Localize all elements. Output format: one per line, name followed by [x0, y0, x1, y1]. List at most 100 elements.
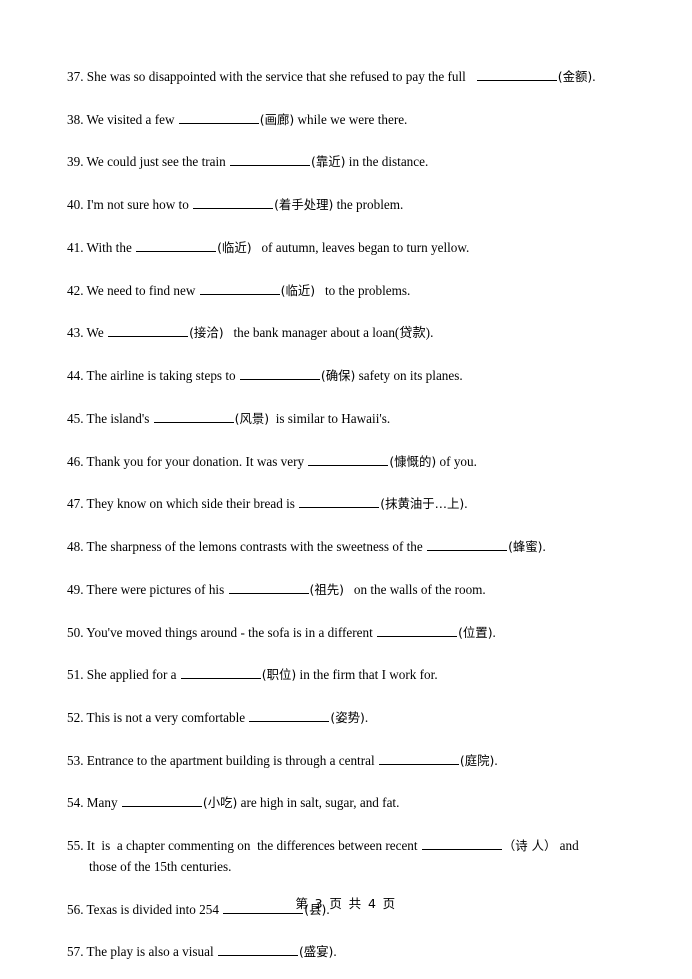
answer-blank[interactable] [377, 624, 458, 637]
chinese-hint: (临近) [217, 239, 252, 255]
question-item: 40. I'm not sure how to (着手处理) the probl… [67, 196, 640, 214]
question-number: 46. [67, 453, 84, 469]
question-text-after-blank: safety on its planes. [355, 368, 463, 384]
answer-blank[interactable] [378, 753, 459, 765]
question-number: 54. [67, 795, 84, 811]
chinese-hint: (风景) [234, 410, 270, 426]
question-number: 50. [67, 624, 84, 640]
chinese-hint: (小吃) [202, 795, 238, 811]
answer-blank[interactable] [193, 197, 274, 210]
question-number: 42. [67, 282, 84, 298]
question-text-after-blank: in the distance. [345, 154, 429, 170]
question-text-after-blank: on the walls of the room. [343, 581, 486, 597]
question-text-before-blank: You've moved things around - the sofa is… [86, 624, 377, 640]
question-number: 48. [67, 539, 84, 555]
question-text-after-blank: is similar to Hawaii's. [269, 410, 391, 426]
question-text-before-blank: I'm not sure how to [86, 197, 193, 213]
question-line: 53. Entrance to the apartment building i… [67, 753, 498, 768]
question-item: 42. We need to find new (临近) to the prob… [67, 282, 640, 300]
answer-blank[interactable] [308, 453, 389, 466]
question-line: 46. Thank you for your donation. It was … [67, 454, 477, 469]
answer-blank[interactable] [421, 838, 502, 851]
question-item: 38. We visited a few (画廊) while we were … [67, 111, 640, 129]
answer-blank[interactable] [249, 710, 330, 723]
answer-blank[interactable] [108, 325, 189, 338]
question-number: 57. [67, 944, 84, 960]
question-line: 43. We (接洽) the bank manager about a loa… [67, 325, 433, 340]
question-text-after-blank: . [364, 710, 369, 726]
question-text-after-blank: to the problems. [315, 282, 411, 298]
answer-blank[interactable] [427, 539, 508, 552]
answer-blank[interactable] [299, 496, 380, 509]
question-item: 41. With the (临近) of autumn, leaves bega… [67, 239, 640, 257]
question-text-before-blank: Many [86, 795, 121, 811]
question-text-after-blank: are high in salt, sugar, and fat. [237, 795, 400, 811]
chinese-hint: （诗 人） [502, 838, 557, 854]
chinese-hint: (职位) [261, 667, 297, 683]
question-number: 49. [67, 581, 84, 597]
question-item: 39. We could just see the train (靠近) in … [67, 153, 640, 171]
question-line: 41. With the (临近) of autumn, leaves bega… [67, 240, 469, 255]
question-number: 47. [67, 496, 84, 512]
question-text-before-blank: We visited a few [86, 111, 178, 127]
question-text-after-blank: while we were there. [294, 111, 408, 127]
question-text-before-blank: Entrance to the apartment building is th… [86, 752, 378, 768]
question-number: 55. [67, 838, 84, 854]
answer-blank[interactable] [199, 282, 280, 295]
answer-blank[interactable] [476, 69, 557, 81]
answer-blank[interactable] [228, 582, 309, 594]
question-text-before-blank: Thank you for your donation. It was very [86, 453, 308, 469]
question-item: 46. Thank you for your donation. It was … [67, 453, 640, 471]
question-text-before-blank: There were pictures of his [86, 581, 228, 597]
question-number: 45. [67, 410, 84, 426]
question-text-before-blank: They know on which side their bread is [86, 496, 299, 512]
question-item: 47. They know on which side their bread … [67, 495, 640, 513]
answer-blank[interactable] [153, 411, 234, 423]
question-line: 49. There were pictures of his (祖先) on t… [67, 582, 486, 597]
question-item: 55. It is a chapter commenting on the di… [67, 837, 640, 875]
question-item: 45. The island's (风景) is similar to Hawa… [67, 410, 640, 428]
question-text-before-blank: The play is also a visual [86, 944, 217, 960]
answer-blank[interactable] [230, 154, 311, 167]
question-item: 43. We (接洽) the bank manager about a loa… [67, 324, 640, 342]
question-text-after-blank: . [333, 944, 337, 960]
question-line: 37. She was so disappointed with the ser… [67, 69, 595, 84]
question-item: 52. This is not a very comfortable (姿势). [67, 709, 640, 727]
question-text-before-blank: With the [86, 239, 136, 255]
question-text-before-blank: The island's [86, 410, 153, 426]
answer-blank[interactable] [136, 240, 217, 252]
question-line: 57. The play is also a visual (盛宴). [67, 944, 337, 959]
chinese-hint: (慷慨的) [389, 453, 437, 469]
question-number: 44. [67, 368, 84, 384]
question-text-after-blank: of autumn, leaves began to turn yellow. [251, 239, 470, 255]
chinese-hint: (盛宴) [298, 944, 334, 960]
chinese-hint: (着手处理) [274, 197, 334, 213]
answer-blank[interactable] [180, 667, 261, 680]
question-text-after-blank: . [492, 624, 496, 640]
question-text-after-blank: the bank manager about a loan(贷款). [223, 325, 434, 341]
chinese-hint: (庭院) [459, 752, 495, 768]
question-number: 43. [67, 325, 84, 341]
chinese-hint: (位置) [458, 624, 493, 640]
question-text-after-blank: . [592, 69, 596, 84]
question-item: 44. The airline is taking steps to (确保) … [67, 367, 640, 385]
question-text-before-blank: The airline is taking steps to [86, 368, 239, 384]
question-number: 41. [67, 239, 84, 255]
question-text-before-blank: She applied for a [86, 667, 180, 683]
chinese-hint: (靠近) [311, 154, 346, 170]
question-text-before-blank: She was so disappointed with the service… [86, 69, 476, 84]
question-item: 54. Many (小吃) are high in salt, sugar, a… [67, 794, 640, 812]
question-text-before-blank: We could just see the train [86, 154, 230, 170]
answer-blank[interactable] [178, 112, 259, 124]
question-line: 40. I'm not sure how to (着手处理) the probl… [67, 197, 403, 212]
page-footer: 第 3 页 共 4 页 [295, 896, 397, 911]
question-text-before-blank: This is not a very comfortable [86, 710, 249, 726]
question-line: 51. She applied for a (职位) in the firm t… [67, 667, 438, 682]
question-item: 49. There were pictures of his (祖先) on t… [67, 581, 640, 599]
question-line: 45. The island's (风景) is similar to Hawa… [67, 411, 390, 426]
question-text-after-blank: . [542, 539, 546, 555]
answer-blank[interactable] [217, 944, 298, 957]
answer-blank[interactable] [239, 368, 320, 381]
answer-blank[interactable] [121, 795, 202, 808]
question-line: 54. Many (小吃) are high in salt, sugar, a… [67, 795, 399, 810]
